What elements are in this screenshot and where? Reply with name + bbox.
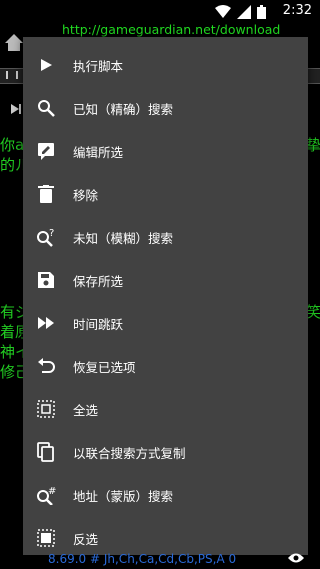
battery-icon	[257, 5, 266, 19]
menu-item-edit-selected[interactable]: 编辑所选	[23, 130, 308, 172]
address-search-icon: #	[36, 485, 56, 505]
fast-forward-icon	[36, 313, 56, 333]
home-icon[interactable]	[4, 32, 24, 52]
undo-icon	[36, 356, 56, 376]
menu-item-copy-as-group-search[interactable]: 以联合搜索方式复制	[23, 431, 308, 473]
svg-text:?: ?	[49, 228, 54, 239]
menu-item-label: 时间跳跃	[73, 316, 124, 332]
side-play-icon[interactable]	[10, 103, 22, 115]
menu-item-time-jump[interactable]: 时间跳跃	[23, 302, 308, 344]
menu-item-label: 移除	[73, 187, 99, 203]
pause-icon[interactable]	[6, 71, 18, 79]
menu-item-label: 恢复已选项	[73, 359, 136, 375]
menu-item-fuzzy-search[interactable]: ? 未知（模糊）搜索	[23, 216, 308, 258]
menu-item-save-selected[interactable]: 保存所选	[23, 259, 308, 301]
menu-item-restore-selected[interactable]: 恢复已选项	[23, 345, 308, 387]
menu-item-select-all[interactable]: 全选	[23, 388, 308, 430]
save-icon	[36, 270, 56, 290]
copy-icon	[36, 442, 56, 462]
bg-text-right-2: 笑	[306, 303, 320, 321]
menu-item-label: 编辑所选	[73, 144, 124, 160]
svg-text:#: #	[48, 486, 56, 497]
menu-item-label: 保存所选	[73, 273, 124, 289]
menu-item-label: 地址（蒙版）搜索	[73, 488, 174, 504]
search-icon	[36, 98, 56, 118]
menu-item-known-search[interactable]: 已知（精确）搜索	[23, 87, 308, 129]
play-icon	[36, 55, 56, 75]
menu-item-label: 全选	[73, 402, 99, 418]
download-url[interactable]: http://gameguardian.net/download	[62, 22, 280, 37]
eye-icon[interactable]	[288, 552, 304, 564]
context-menu: 执行脚本 已知（精确）搜索 编辑所选 移除 ? 未知（模糊）搜索 保存所选 时间…	[23, 37, 308, 555]
clock: 2:32	[282, 3, 312, 18]
menu-item-remove[interactable]: 移除	[23, 173, 308, 215]
menu-item-run-script[interactable]: 执行脚本	[23, 44, 308, 86]
version-status-text: 8.69.0 # Jh,Ch,Ca,Cd,Cb,PS,A 0	[48, 552, 237, 566]
bg-text-right-1: 挚心	[306, 136, 320, 154]
menu-item-label: 未知（模糊）搜索	[73, 230, 174, 246]
invert-selection-icon	[36, 528, 56, 548]
status-icons	[215, 5, 266, 19]
menu-item-label: 以联合搜索方式复制	[73, 445, 186, 461]
wifi-icon	[215, 5, 231, 18]
status-bar: 2:32	[0, 0, 320, 24]
menu-item-label: 反选	[73, 531, 99, 547]
menu-item-label: 已知（精确）搜索	[73, 101, 174, 117]
menu-item-label: 执行脚本	[73, 58, 124, 74]
bg-text-left-1: 你a	[0, 136, 25, 154]
select-all-icon	[36, 399, 56, 419]
fuzzy-search-icon: ?	[36, 227, 56, 247]
edit-icon	[36, 141, 56, 161]
menu-item-address-search[interactable]: # 地址（蒙版）搜索	[23, 474, 308, 516]
signal-icon	[237, 5, 251, 19]
trash-icon	[36, 184, 56, 204]
